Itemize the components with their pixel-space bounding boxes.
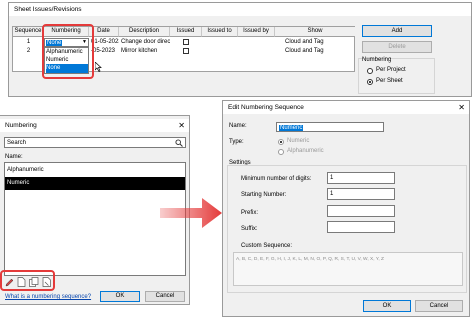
custom-sequence-input[interactable]: A, B, C, D, E, F, G, H, I, J, K, L, M, N…	[233, 252, 463, 286]
row2-sequence: 2	[26, 48, 31, 54]
row2-issued-checkbox[interactable]	[183, 48, 189, 54]
ok-button[interactable]: OK	[100, 291, 140, 302]
row1-date[interactable]: 01-05-2023	[91, 38, 119, 47]
prefix-label: Prefix:	[241, 210, 259, 216]
list-item-numeric[interactable]: Numeric	[5, 177, 185, 190]
row1-issued-checkbox[interactable]	[183, 39, 189, 45]
type-numeric-radio[interactable]	[278, 139, 284, 145]
seq-name-value: Numeric	[279, 125, 304, 131]
per-project-label[interactable]: Per Project	[376, 67, 406, 73]
row1-sequence: 1	[26, 39, 31, 45]
ok-button[interactable]: OK	[363, 300, 411, 312]
cancel-button[interactable]: Cancel	[145, 291, 185, 302]
delete-button[interactable]: Delete	[362, 41, 432, 53]
col-header-issued-to[interactable]: Issued to	[202, 27, 238, 37]
cancel-button[interactable]: Cancel	[415, 300, 463, 312]
col-header-show[interactable]: Show	[275, 27, 355, 37]
type-numeric-label[interactable]: Numeric	[287, 138, 309, 144]
row2-show[interactable]: Cloud and Tag	[285, 47, 351, 56]
search-placeholder: Search	[7, 140, 27, 146]
row1-show[interactable]: Cloud and Tag	[285, 38, 351, 47]
arrow-icon	[160, 198, 222, 228]
help-link[interactable]: What is a numbering sequence?	[5, 294, 91, 300]
numbering-group	[358, 58, 435, 94]
min-digits-input[interactable]: 1	[327, 172, 395, 184]
sheet-issues-window: Sheet Issues/Revisions Sequence Numberin…	[8, 2, 472, 97]
per-sheet-label[interactable]: Per Sheet	[376, 78, 403, 84]
seq-name-label: Name:	[229, 123, 247, 129]
col-header-issued[interactable]: Issued	[170, 27, 202, 37]
mouse-pointer-icon	[95, 62, 102, 72]
numbering-dialog-title: Numbering	[0, 119, 189, 132]
edit-sequence-dialog: Edit Numbering Sequence ✕ Name: Numeric …	[222, 100, 470, 317]
custom-sequence-value: A, B, C, D, E, F, G, H, I, J, K, L, M, N…	[236, 257, 384, 262]
list-item-alphanumeric[interactable]: Alphanumeric	[7, 165, 183, 176]
per-sheet-radio[interactable]	[367, 79, 373, 85]
numbering-group-label: Numbering	[362, 57, 392, 63]
search-icon	[175, 139, 183, 147]
sequence-list: Alphanumeric Numeric	[4, 162, 186, 276]
close-icon[interactable]: ✕	[458, 101, 465, 114]
type-alphanumeric-radio[interactable]	[278, 149, 284, 155]
type-label: Type:	[229, 139, 244, 145]
col-header-issued-by[interactable]: Issued by	[238, 27, 275, 37]
row2-date[interactable]: -05-2023	[91, 47, 119, 56]
col-header-sequence[interactable]: Sequence	[13, 27, 44, 37]
custom-sequence-label: Custom Sequence:	[241, 243, 293, 249]
starting-number-input[interactable]: 1	[327, 188, 395, 200]
add-button[interactable]: Add	[362, 25, 432, 37]
suffix-input[interactable]	[327, 221, 395, 233]
close-icon[interactable]: ✕	[178, 119, 185, 132]
sheet-issues-title: Sheet Issues/Revisions	[9, 3, 471, 16]
per-project-radio[interactable]	[367, 68, 373, 74]
highlight-toolbar	[0, 270, 55, 291]
search-input[interactable]: Search	[4, 137, 186, 148]
suffix-label: Suffix:	[241, 226, 258, 232]
row2-description[interactable]: Mirror kitchen	[121, 47, 170, 56]
seq-name-input[interactable]: Numeric	[276, 122, 384, 132]
min-digits-label: Minimum number of digits:	[241, 176, 312, 182]
type-alphanumeric-label[interactable]: Alphanumeric	[287, 148, 324, 154]
row1-description[interactable]: Change door directi	[121, 38, 170, 47]
starting-number-label: Starting Number:	[241, 192, 287, 198]
col-header-description[interactable]: Description	[119, 27, 170, 37]
highlight-numbering-column	[42, 24, 94, 79]
edit-sequence-title: Edit Numbering Sequence	[223, 101, 469, 114]
prefix-input[interactable]	[327, 205, 395, 217]
name-label: Name:	[5, 154, 23, 160]
